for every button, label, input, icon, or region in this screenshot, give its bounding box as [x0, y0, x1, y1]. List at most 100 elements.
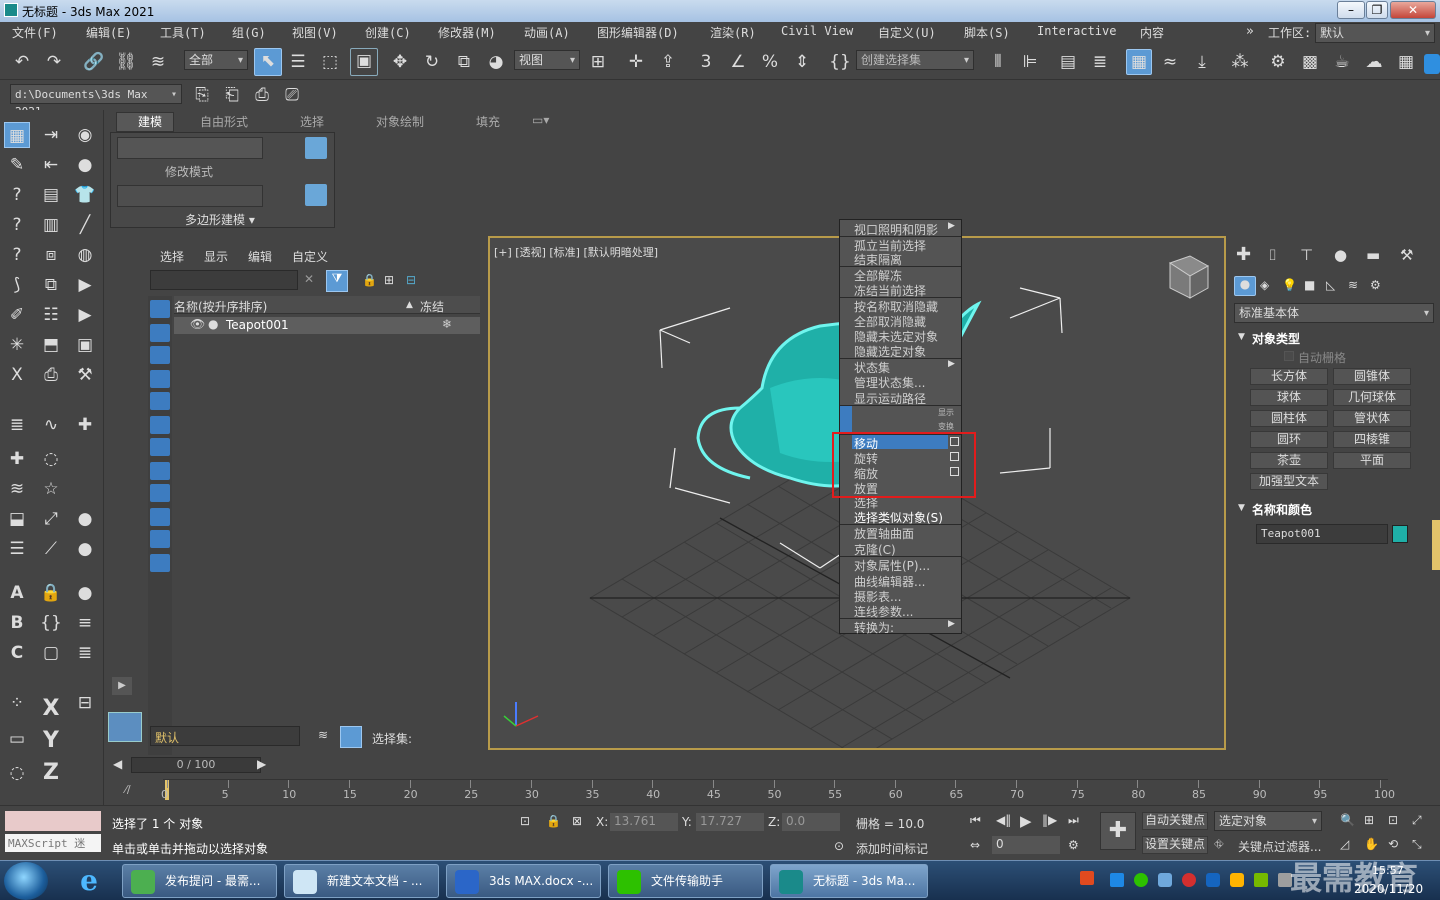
task-notepad[interactable]: 新建文本文档 - ...: [284, 864, 439, 898]
menu-rendering[interactable]: 渲染(R): [710, 24, 756, 41]
cone-button[interactable]: 圆锥体: [1333, 368, 1411, 385]
edit-named-selection-icon[interactable]: {}: [828, 50, 852, 74]
split-icon[interactable]: ⤢: [38, 506, 64, 532]
time-tag-icon[interactable]: ⊙: [834, 839, 844, 853]
pen-tool-icon[interactable]: ✎: [4, 152, 30, 178]
place-icon[interactable]: ◕: [484, 50, 508, 74]
filter-frozen-icon[interactable]: [150, 530, 170, 548]
scene-tab-customize[interactable]: 自定义: [292, 248, 328, 265]
teapot-button[interactable]: 茶壶: [1250, 452, 1328, 469]
window-crossing-icon[interactable]: ▣: [350, 48, 378, 76]
ribbon-toggle-icon[interactable]: ▦: [1126, 49, 1152, 75]
plane-button[interactable]: 平面: [1333, 452, 1411, 469]
scene-search-input[interactable]: [150, 270, 298, 290]
clock-date[interactable]: 2020/11/20: [1354, 882, 1423, 896]
menu-civil-view[interactable]: Civil View: [781, 24, 853, 38]
menu-edit[interactable]: 编辑(E): [86, 24, 132, 41]
text-b-icon[interactable]: B: [4, 610, 30, 636]
ruler-icon[interactable]: ▭: [4, 726, 30, 752]
clipper-icon[interactable]: ▣: [72, 332, 98, 358]
wrench-tool-icon[interactable]: ⚒: [72, 362, 98, 388]
cylinder-button[interactable]: 圆柱体: [1250, 410, 1328, 427]
layer-explorer-icon[interactable]: ≣: [1088, 50, 1112, 74]
video-tool-icon[interactable]: ▶: [72, 302, 98, 328]
column-freeze-header[interactable]: 冻结: [420, 298, 444, 315]
percent-snap-icon[interactable]: %: [758, 50, 782, 74]
absolute-mode-icon[interactable]: ⊠: [572, 814, 582, 828]
stack-icon[interactable]: ☰: [4, 536, 30, 562]
layer-stack-icon[interactable]: ≋: [318, 728, 328, 742]
menu-view[interactable]: 视图(V): [292, 24, 338, 41]
workspace-dropdown[interactable]: 默认: [1315, 23, 1435, 43]
menu-animation[interactable]: 动画(A): [524, 24, 570, 41]
auto-key-button[interactable]: 自动关键点: [1142, 812, 1208, 830]
shirt-icon[interactable]: 👕: [72, 182, 98, 208]
track-bar[interactable]: 0 5 10 15 20 25 30 35 40 45 50 55 60 65 70 75 80 85 90 95 10…: [161, 779, 1395, 801]
tree-icon[interactable]: ⊟: [406, 273, 416, 287]
select-manipulate-icon[interactable]: ✛: [624, 50, 648, 74]
shapes-category-icon[interactable]: ◈: [1260, 278, 1269, 292]
menu-file[interactable]: 文件(F): [12, 24, 58, 41]
menu-tools[interactable]: 工具(T): [160, 24, 206, 41]
zoom-all-icon[interactable]: ⊞: [1364, 813, 1374, 827]
bars-icon[interactable]: ≡: [72, 610, 98, 636]
utilities-tab-icon[interactable]: ⚒: [1400, 246, 1413, 264]
menu-customize[interactable]: 自定义(U): [878, 24, 936, 41]
key-filter-icon[interactable]: ⛗: [1214, 837, 1224, 852]
rect-selection-icon[interactable]: ⬚: [318, 50, 342, 74]
set-key-big-icon[interactable]: ✚: [1100, 812, 1136, 850]
previous-key-icon[interactable]: ◀‖: [996, 813, 1011, 827]
x-coordinate-field[interactable]: 13.761: [610, 813, 678, 831]
menu-create[interactable]: 创建(C): [365, 24, 411, 41]
project-create-icon[interactable]: ⎙: [250, 83, 274, 107]
hierarchy-tool-icon[interactable]: ✳: [4, 332, 30, 358]
cube-stack-icon[interactable]: ⧈: [38, 242, 64, 268]
redo-icon[interactable]: ↷: [42, 50, 66, 74]
tray-network-icon[interactable]: [1110, 873, 1124, 887]
menu-item-object-properties[interactable]: 对象属性(P)...: [854, 557, 930, 574]
expand-panel-icon[interactable]: ▶: [112, 677, 132, 695]
tray-shield-icon[interactable]: [1206, 873, 1220, 887]
camera-select-icon[interactable]: ◉: [72, 122, 98, 148]
prev-frame-icon[interactable]: ◀: [113, 757, 122, 771]
filter-geometry-icon[interactable]: [150, 300, 170, 318]
mirror-icon[interactable]: ⫴: [986, 50, 1010, 74]
collapse-arrow-icon[interactable]: ▼: [1238, 332, 1245, 342]
maxscript-input[interactable]: MAXScript 迷: [5, 834, 101, 852]
grid-select-icon[interactable]: ▦: [4, 122, 30, 148]
start-button[interactable]: [4, 862, 48, 900]
dot-2-icon[interactable]: ●: [72, 536, 98, 562]
selection-filter-dropdown[interactable]: 全部: [184, 50, 248, 70]
close-button[interactable]: ✕: [1390, 1, 1436, 19]
filter-xrefs-icon[interactable]: [150, 462, 170, 480]
next-key-icon[interactable]: ‖▶: [1042, 813, 1057, 827]
pan-icon[interactable]: ✋: [1364, 837, 1379, 851]
filter-groups-icon[interactable]: [150, 438, 170, 456]
task-forum[interactable]: 发布提问 - 最需...: [122, 864, 277, 898]
rotate-icon[interactable]: ↻: [420, 50, 444, 74]
layer-manage-icon[interactable]: [340, 726, 362, 748]
tab-freeform[interactable]: 自由形式: [200, 113, 248, 130]
modifier-list-icon[interactable]: ≣: [4, 412, 30, 438]
filter-helpers-icon[interactable]: [150, 392, 170, 410]
lock-tool-icon[interactable]: 🔒: [38, 580, 64, 606]
helpers-category-icon[interactable]: ◺: [1326, 278, 1335, 292]
axis-z-icon[interactable]: Z: [38, 760, 64, 786]
sphere-button[interactable]: 球体: [1250, 389, 1328, 406]
tray-wechat-icon[interactable]: [1134, 873, 1148, 887]
panel-scrollbar[interactable]: [1432, 520, 1440, 570]
z-coordinate-field[interactable]: 0.0: [782, 813, 840, 831]
render-dot-icon[interactable]: ●: [208, 317, 218, 331]
tab-object-paint[interactable]: 对象绘制: [376, 113, 424, 130]
scatter-icon[interactable]: ⁘: [4, 690, 30, 716]
sphere-teal-icon[interactable]: ◍: [72, 242, 98, 268]
wand-icon[interactable]: ⟋: [38, 536, 64, 562]
sync-icon[interactable]: [1424, 54, 1440, 74]
ribbon-pin-icon[interactable]: [305, 137, 327, 159]
menu-graph-editors[interactable]: 图形编辑器(D): [597, 24, 679, 41]
spacewarps-category-icon[interactable]: ≋: [1348, 278, 1358, 292]
tube-button[interactable]: 管状体: [1333, 410, 1411, 427]
project-manage-icon[interactable]: ⎚: [280, 83, 304, 107]
menu-item-convert-to[interactable]: 转换为:: [854, 619, 894, 636]
scene-tab-display[interactable]: 显示: [204, 248, 228, 265]
